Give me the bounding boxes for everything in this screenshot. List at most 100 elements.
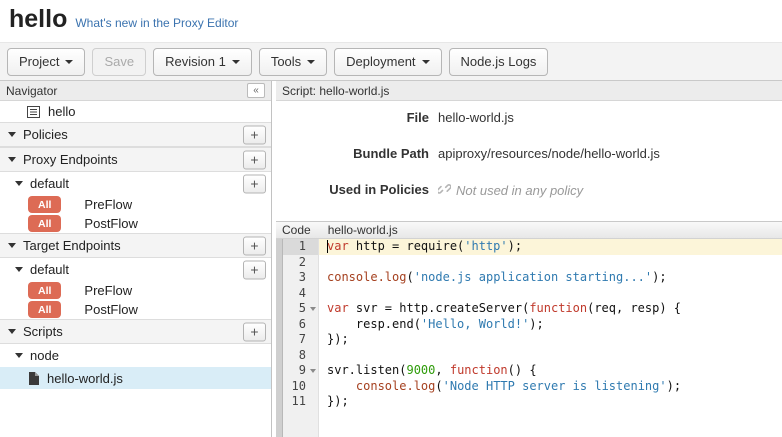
nav-row-label: PreFlow [84, 197, 132, 212]
code-line[interactable]: var http = require('http'); [319, 239, 782, 255]
code-line[interactable]: resp.end('Hello, World!'); [319, 317, 782, 333]
deployment-button[interactable]: Deployment [334, 48, 441, 76]
broken-link-icon [438, 182, 451, 198]
whats-new-link[interactable]: What's new in the Proxy Editor [75, 16, 238, 30]
add-button[interactable]: + [243, 236, 266, 255]
nav-row-label: default [30, 176, 69, 191]
fold-toggle-icon[interactable] [310, 369, 316, 373]
project-button-label: Project [19, 54, 59, 69]
nav-row-proxy-endpoints[interactable]: Proxy Endpoints + [0, 147, 271, 172]
tools-button-label: Tools [271, 54, 301, 69]
nav-row-label: hello-world.js [47, 371, 123, 386]
script-details: File hello-world.js Bundle Path apiproxy… [276, 101, 782, 221]
used-in-policies-text: Not used in any policy [456, 183, 583, 198]
detail-row-bundle-path: Bundle Path apiproxy/resources/node/hell… [276, 146, 782, 161]
tree-caret-icon[interactable] [8, 243, 16, 248]
revision-button[interactable]: Revision 1 [153, 48, 252, 76]
line-number: 11 [283, 394, 318, 410]
collapse-navigator-button[interactable]: « [247, 83, 265, 98]
detail-row-file: File hello-world.js [276, 110, 782, 125]
add-button[interactable]: + [243, 125, 266, 144]
nav-row-policies[interactable]: Policies+ [0, 122, 271, 147]
caret-down-icon [307, 60, 315, 64]
nav-row-postflow[interactable]: All PostFlow [0, 300, 271, 319]
nav-row-label: hello [48, 104, 75, 119]
editor-code-area[interactable]: var http = require('http'); console.log('… [319, 239, 782, 437]
script-panel-header: Script: hello-world.js [276, 81, 782, 101]
line-number: 10 [283, 379, 318, 395]
code-line[interactable]: var svr = http.createServer(function(req… [319, 301, 782, 317]
navigator-tree: hello Policies+ Proxy Endpoints + default + Al… [0, 101, 271, 389]
detail-row-used-in-policies: Used in Policies Not used in any policy [276, 182, 782, 198]
line-number: 7 [283, 332, 318, 348]
code-filename: hello-world.js [328, 223, 398, 237]
nav-row-default[interactable]: default + [0, 172, 271, 195]
nav-row-label: default [30, 262, 69, 277]
nav-row-label: Scripts [23, 324, 63, 339]
caret-down-icon [422, 60, 430, 64]
revision-button-label: Revision 1 [165, 54, 226, 69]
flow-badge: All [28, 282, 61, 299]
tree-caret-icon[interactable] [8, 329, 16, 334]
nav-row-label: Proxy Endpoints [23, 152, 118, 167]
project-button[interactable]: Project [7, 48, 85, 76]
nav-row-label: PreFlow [84, 283, 132, 298]
line-number: 3 [283, 270, 318, 286]
add-button[interactable]: + [243, 174, 266, 193]
code-line[interactable] [319, 286, 782, 302]
flow-badge: All [28, 196, 61, 213]
nav-row-preflow[interactable]: All PreFlow [0, 281, 271, 300]
navigator-panel: Navigator « helloPolicies+Proxy Endpoint… [0, 81, 272, 437]
tree-caret-icon[interactable] [15, 353, 23, 358]
page-header: hello What's new in the Proxy Editor [0, 0, 782, 42]
flow-badge: All [28, 301, 61, 318]
code-line[interactable]: }); [319, 394, 782, 410]
code-line[interactable] [319, 255, 782, 271]
add-button[interactable]: + [243, 322, 266, 341]
line-number: 6 [283, 317, 318, 333]
nav-row-hello[interactable]: hello [0, 101, 271, 122]
code-editor[interactable]: 1234567891011 var http = require('http')… [276, 239, 782, 437]
code-line[interactable]: console.log('node.js application startin… [319, 270, 782, 286]
nodejs-logs-button-label: Node.js Logs [461, 54, 537, 69]
line-number: 1 [283, 239, 318, 255]
script-panel: Script: hello-world.js File hello-world.… [276, 81, 782, 437]
tree-caret-icon[interactable] [15, 267, 23, 272]
line-number: 2 [283, 255, 318, 271]
tree-caret-icon[interactable] [8, 157, 16, 162]
navigator-header: Navigator « [0, 81, 271, 101]
editor-gutter: 1234567891011 [283, 239, 319, 437]
save-button[interactable]: Save [92, 48, 146, 76]
tools-button[interactable]: Tools [259, 48, 327, 76]
nav-row-target-endpoints[interactable]: Target Endpoints + [0, 233, 271, 258]
nav-row-scripts[interactable]: Scripts + [0, 319, 271, 344]
line-number: 9 [283, 363, 318, 379]
add-button[interactable]: + [243, 260, 266, 279]
nav-row-preflow[interactable]: All PreFlow [0, 195, 271, 214]
code-line[interactable]: console.log('Node HTTP server is listeni… [319, 379, 782, 395]
nav-row-hello-world-js[interactable]: hello-world.js [0, 367, 271, 389]
editor-splitter-handle[interactable] [276, 239, 283, 437]
code-line[interactable]: }); [319, 332, 782, 348]
fold-toggle-icon[interactable] [310, 307, 316, 311]
nav-row-label: PostFlow [84, 302, 137, 317]
nav-row-postflow[interactable]: AllPostFlow [0, 214, 271, 233]
used-in-policies-label: Used in Policies [276, 182, 429, 198]
nav-row-node[interactable]: node [0, 344, 271, 367]
deployment-button-label: Deployment [346, 54, 415, 69]
add-button[interactable]: + [243, 150, 266, 169]
nav-row-default[interactable]: default + [0, 258, 271, 281]
used-in-policies-value: Not used in any policy [438, 182, 583, 198]
code-line[interactable] [319, 348, 782, 364]
nav-row-label: Target Endpoints [23, 238, 121, 253]
code-line[interactable]: svr.listen(9000, function() { [319, 363, 782, 379]
bundle-path-value: apiproxy/resources/node/hello-world.js [438, 146, 660, 161]
tree-caret-icon[interactable] [15, 181, 23, 186]
bundle-path-label: Bundle Path [276, 146, 429, 161]
nodejs-logs-button[interactable]: Node.js Logs [449, 48, 549, 76]
code-tab-label: Code [282, 223, 311, 237]
file-value: hello-world.js [438, 110, 514, 125]
nav-row-label: PostFlow [84, 216, 137, 231]
save-button-label: Save [104, 54, 134, 69]
tree-caret-icon[interactable] [8, 132, 16, 137]
